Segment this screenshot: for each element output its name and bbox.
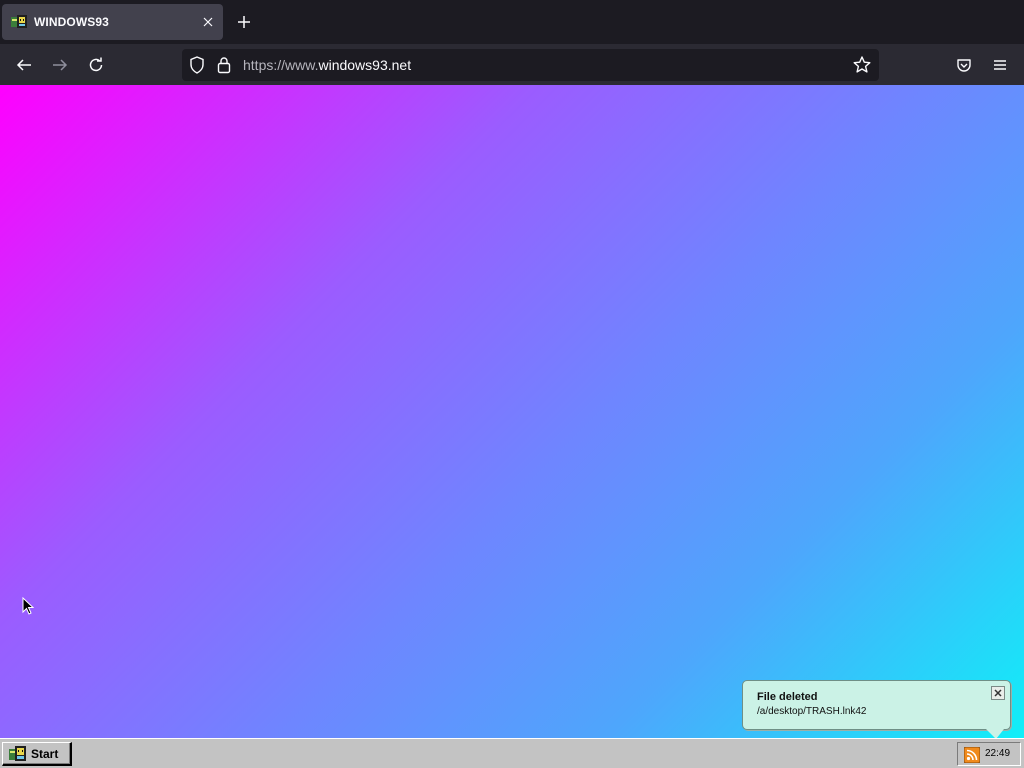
notification-close-icon[interactable]	[991, 686, 1005, 700]
tab-title: WINDOWS93	[34, 15, 109, 29]
windows93-desktop[interactable]: File deleted /a/desktop/TRASH.lnk42	[0, 85, 1024, 738]
url-prefix: https://www.	[243, 57, 319, 73]
notification-balloon[interactable]: File deleted /a/desktop/TRASH.lnk42	[742, 680, 1011, 738]
url-text[interactable]: https://www.windows93.net	[243, 57, 411, 73]
tab-close-icon[interactable]	[201, 15, 215, 29]
forward-icon[interactable]	[48, 53, 72, 77]
start-label: Start	[31, 746, 59, 761]
windows93-logo-icon	[9, 745, 26, 761]
notification-message: /a/desktop/TRASH.lnk42	[757, 706, 867, 717]
url-bar[interactable]: https://www.windows93.net	[182, 49, 879, 81]
mouse-cursor-icon	[22, 597, 34, 615]
notification-tail	[986, 729, 1004, 738]
lock-icon[interactable]	[217, 56, 231, 74]
browser-nav-bar: https://www.windows93.net	[0, 44, 1024, 85]
reload-icon[interactable]	[84, 53, 108, 77]
back-icon[interactable]	[12, 53, 36, 77]
system-tray: 22:49	[957, 742, 1021, 766]
star-icon[interactable]	[852, 55, 872, 75]
windows93-favicon-icon	[11, 15, 27, 28]
menu-icon[interactable]	[988, 53, 1012, 77]
browser-tab[interactable]: WINDOWS93	[2, 4, 223, 40]
new-tab-icon[interactable]	[234, 12, 254, 32]
start-button[interactable]: Start	[2, 742, 72, 766]
browser-tab-bar: WINDOWS93	[0, 0, 1024, 44]
notification-title: File deleted	[757, 691, 818, 703]
shield-icon[interactable]	[189, 56, 205, 74]
url-domain: windows93.net	[318, 57, 412, 73]
taskbar: Start 22:49	[0, 738, 1024, 768]
rss-icon[interactable]	[964, 747, 980, 763]
clock: 22:49	[985, 748, 1011, 759]
pocket-icon[interactable]	[952, 53, 976, 77]
